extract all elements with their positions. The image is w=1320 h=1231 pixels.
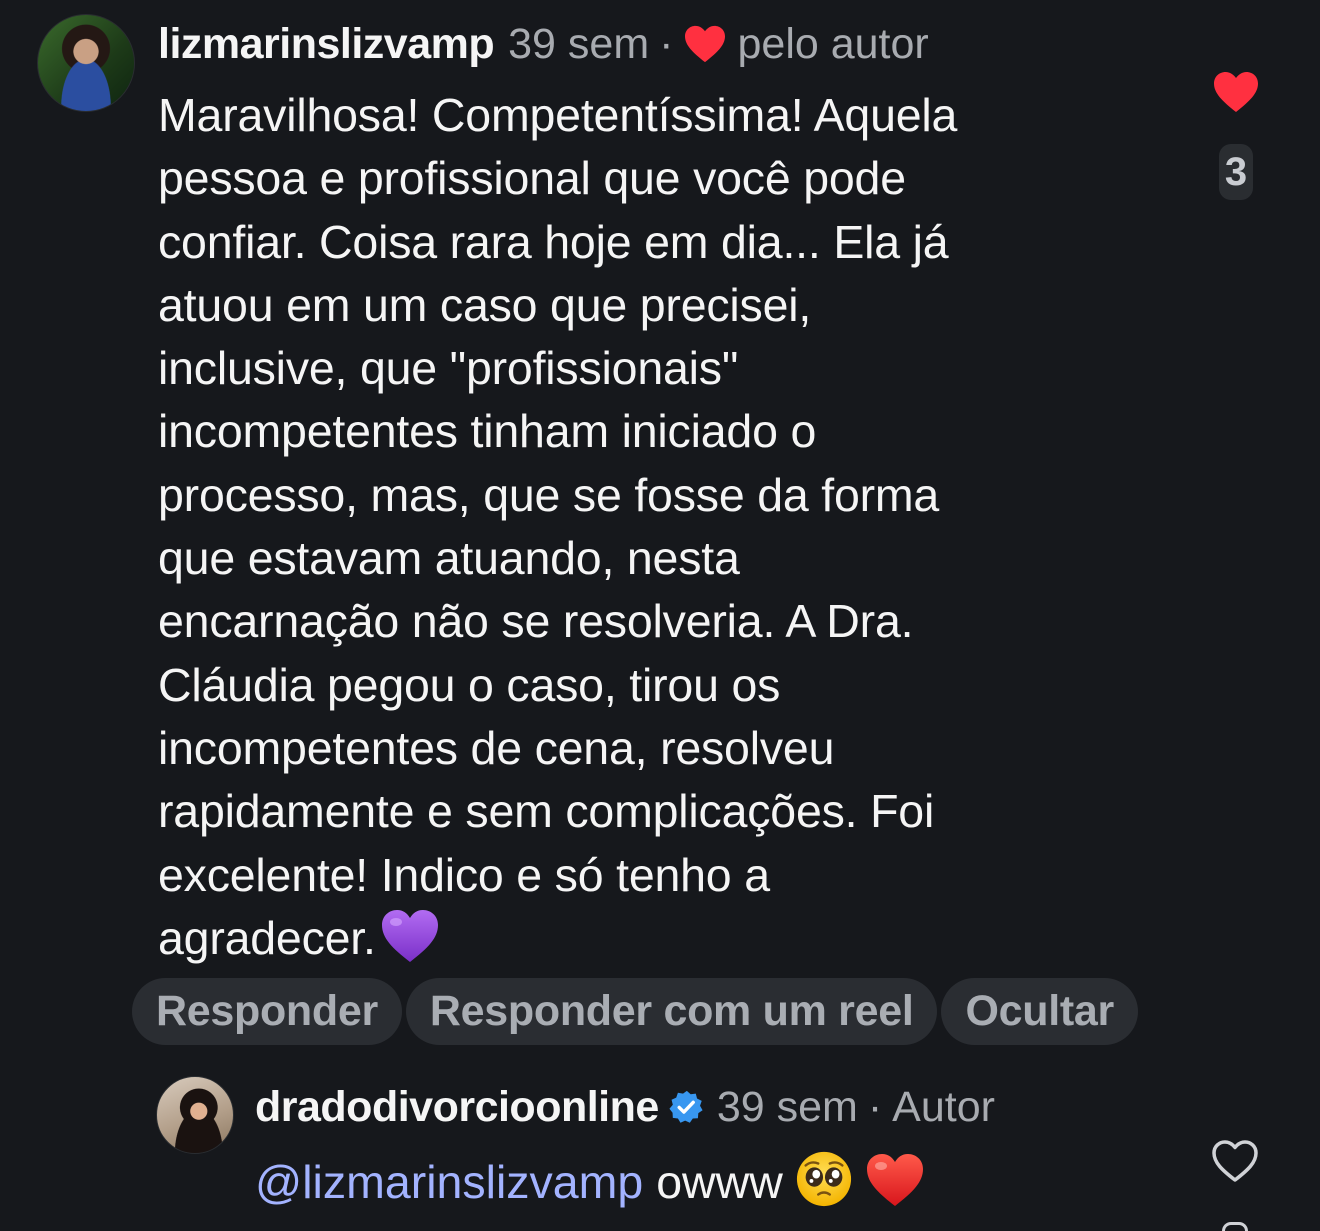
comment-body: Maravilhosa! Competentíssima! Aquela pes…: [158, 84, 1188, 970]
comment-line: pessoa e profissional que você pode: [158, 152, 906, 205]
liked-by-author-heart-icon: [685, 25, 726, 63]
comment-line: Maravilhosa! Competentíssima! Aquela: [158, 89, 958, 141]
comment-line: excelente! Indico e só tenho a: [158, 848, 770, 901]
reply-body: @lizmarinslizvamp owww: [255, 1150, 925, 1213]
comment-line: inclusive, que "profissionais": [158, 342, 739, 395]
comment-actions: Responder Responder com um reel Ocultar: [132, 978, 1138, 1045]
hide-button[interactable]: Ocultar: [941, 978, 1138, 1045]
author-label: Autor: [892, 1082, 995, 1131]
reply-with-reel-button[interactable]: Responder com um reel: [405, 978, 938, 1045]
next-item-partial-icon: [1222, 1222, 1248, 1231]
comment-header: lizmarinslizvamp 39 sem · pelo autor: [158, 18, 929, 70]
comment-line: Cláudia pegou o caso, tirou os: [158, 658, 781, 711]
comment-line: atuou em um caso que precisei,: [158, 278, 812, 331]
comment-line: que estavam atuando, nesta: [158, 532, 740, 585]
comment-line: incompetentes de cena, resolveu: [158, 721, 835, 774]
verified-badge-icon: [669, 1090, 703, 1123]
purple-heart-icon: [381, 909, 438, 962]
comment-line: confiar. Coisa rara hoje em dia... Ela j…: [158, 215, 949, 268]
reply-text: owww: [656, 1156, 783, 1208]
comment-line: rapidamente e sem complicações. Foi: [158, 785, 935, 838]
meta-separator: ·: [659, 19, 674, 68]
liked-by-author-label: pelo autor: [737, 19, 929, 68]
comment-line-text: agradecer.: [158, 911, 376, 964]
meta-separator: ·: [867, 1082, 883, 1131]
reply-like-heart-icon[interactable]: [1210, 1138, 1260, 1184]
comment-line: incompetentes tinham iniciado o: [158, 405, 817, 458]
commenter-avatar[interactable]: [37, 14, 135, 112]
commenter-username[interactable]: lizmarinslizvamp: [158, 20, 495, 69]
comment-like-column: 3: [1205, 70, 1267, 200]
comment-line: encarnação não se resolveria. A Dra.: [158, 595, 914, 648]
reply-button[interactable]: Responder: [132, 978, 402, 1045]
comment-like-heart-icon[interactable]: [1212, 70, 1260, 114]
comment-time: 39 sem: [508, 19, 650, 68]
red-heart-icon: [866, 1154, 923, 1206]
comment-like-count[interactable]: 3: [1219, 144, 1253, 200]
comment-line-last: agradecer.: [158, 907, 1188, 970]
reply-avatar[interactable]: [156, 1076, 234, 1154]
pleading-face-icon: [796, 1151, 851, 1207]
mention-link[interactable]: @lizmarinslizvamp: [255, 1156, 643, 1208]
reply-header: dradodivorcioonline 39 sem · Autor: [255, 1080, 995, 1134]
reply-time: 39 sem: [716, 1082, 858, 1131]
comment-line: processo, mas, que se fosse da forma: [158, 468, 940, 521]
reply-username[interactable]: dradodivorcioonline: [255, 1083, 659, 1132]
